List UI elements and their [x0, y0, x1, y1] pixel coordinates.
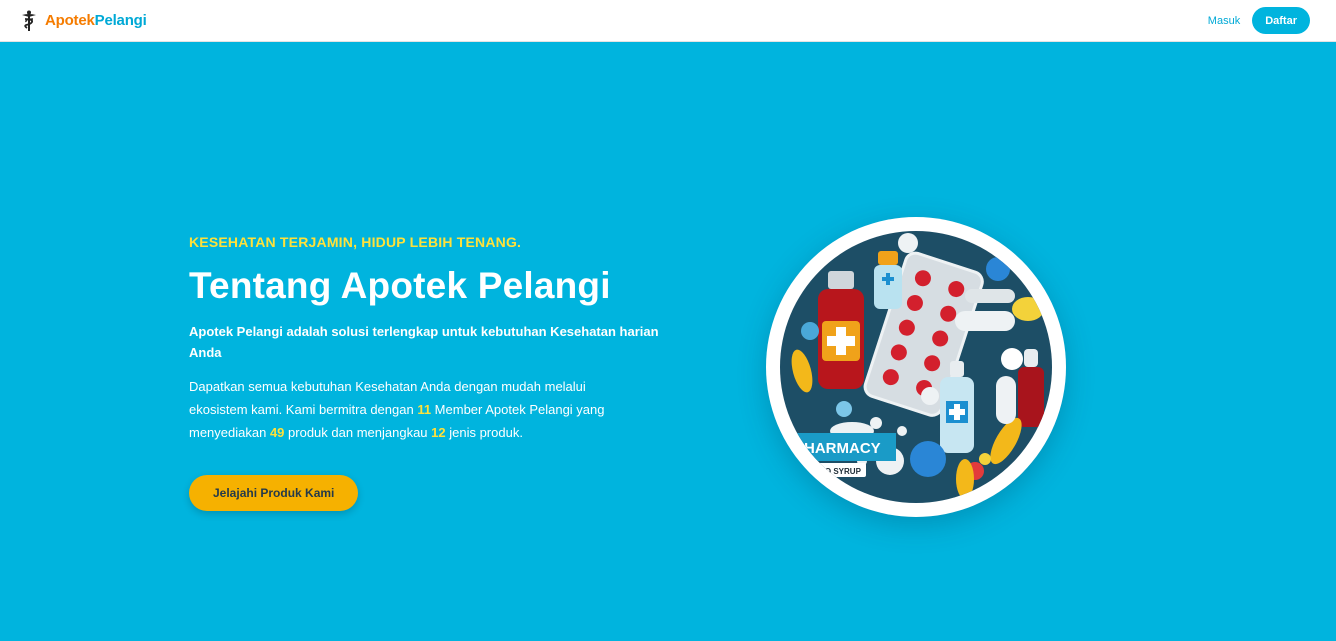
- brand-name-part1: Apotek: [45, 12, 95, 29]
- brand-logo-link[interactable]: ApotekPelangi: [18, 10, 147, 32]
- brand-name-part2: Pelangi: [94, 12, 147, 29]
- pharmacy-illustration: PHARMACY HERO SYRUP: [766, 217, 1066, 517]
- medicine-collage-image: PHARMACY HERO SYRUP: [780, 231, 1052, 503]
- caduceus-icon: [22, 10, 36, 31]
- pharmacy-label: PHARMACY: [794, 440, 881, 457]
- products-count: 49: [269, 424, 285, 440]
- hero-title: Tentang Apotek Pelangi: [189, 265, 611, 306]
- explore-products-button[interactable]: Jelajahi Produk Kami: [189, 474, 359, 511]
- nav-actions: Masuk Daftar: [1208, 7, 1310, 34]
- hero-section: KESEHATAN TERJAMIN, HIDUP LEBIH TENANG. …: [0, 42, 1336, 641]
- top-navbar: ApotekPelangi Masuk Daftar: [0, 0, 1336, 42]
- desc-text-3: produk dan menjangkau: [284, 424, 432, 440]
- hero-text: KESEHATAN TERJAMIN, HIDUP LEBIH TENANG. …: [189, 234, 669, 511]
- brand-name: ApotekPelangi: [45, 12, 147, 29]
- hero-syrup-label: HERO SYRUP: [808, 467, 862, 476]
- login-link[interactable]: Masuk: [1208, 15, 1240, 27]
- hero-eyebrow: KESEHATAN TERJAMIN, HIDUP LEBIH TENANG.: [189, 234, 522, 250]
- hero-description: Dapatkan semua kebutuhan Kesehatan Anda …: [189, 375, 639, 444]
- hero-lead: Apotek Pelangi adalah solusi terlengkap …: [189, 323, 659, 360]
- desc-text-4: jenis produk.: [445, 424, 523, 440]
- categories-count: 12: [431, 424, 446, 440]
- register-button[interactable]: Daftar: [1252, 7, 1310, 34]
- members-count: 11: [417, 401, 432, 417]
